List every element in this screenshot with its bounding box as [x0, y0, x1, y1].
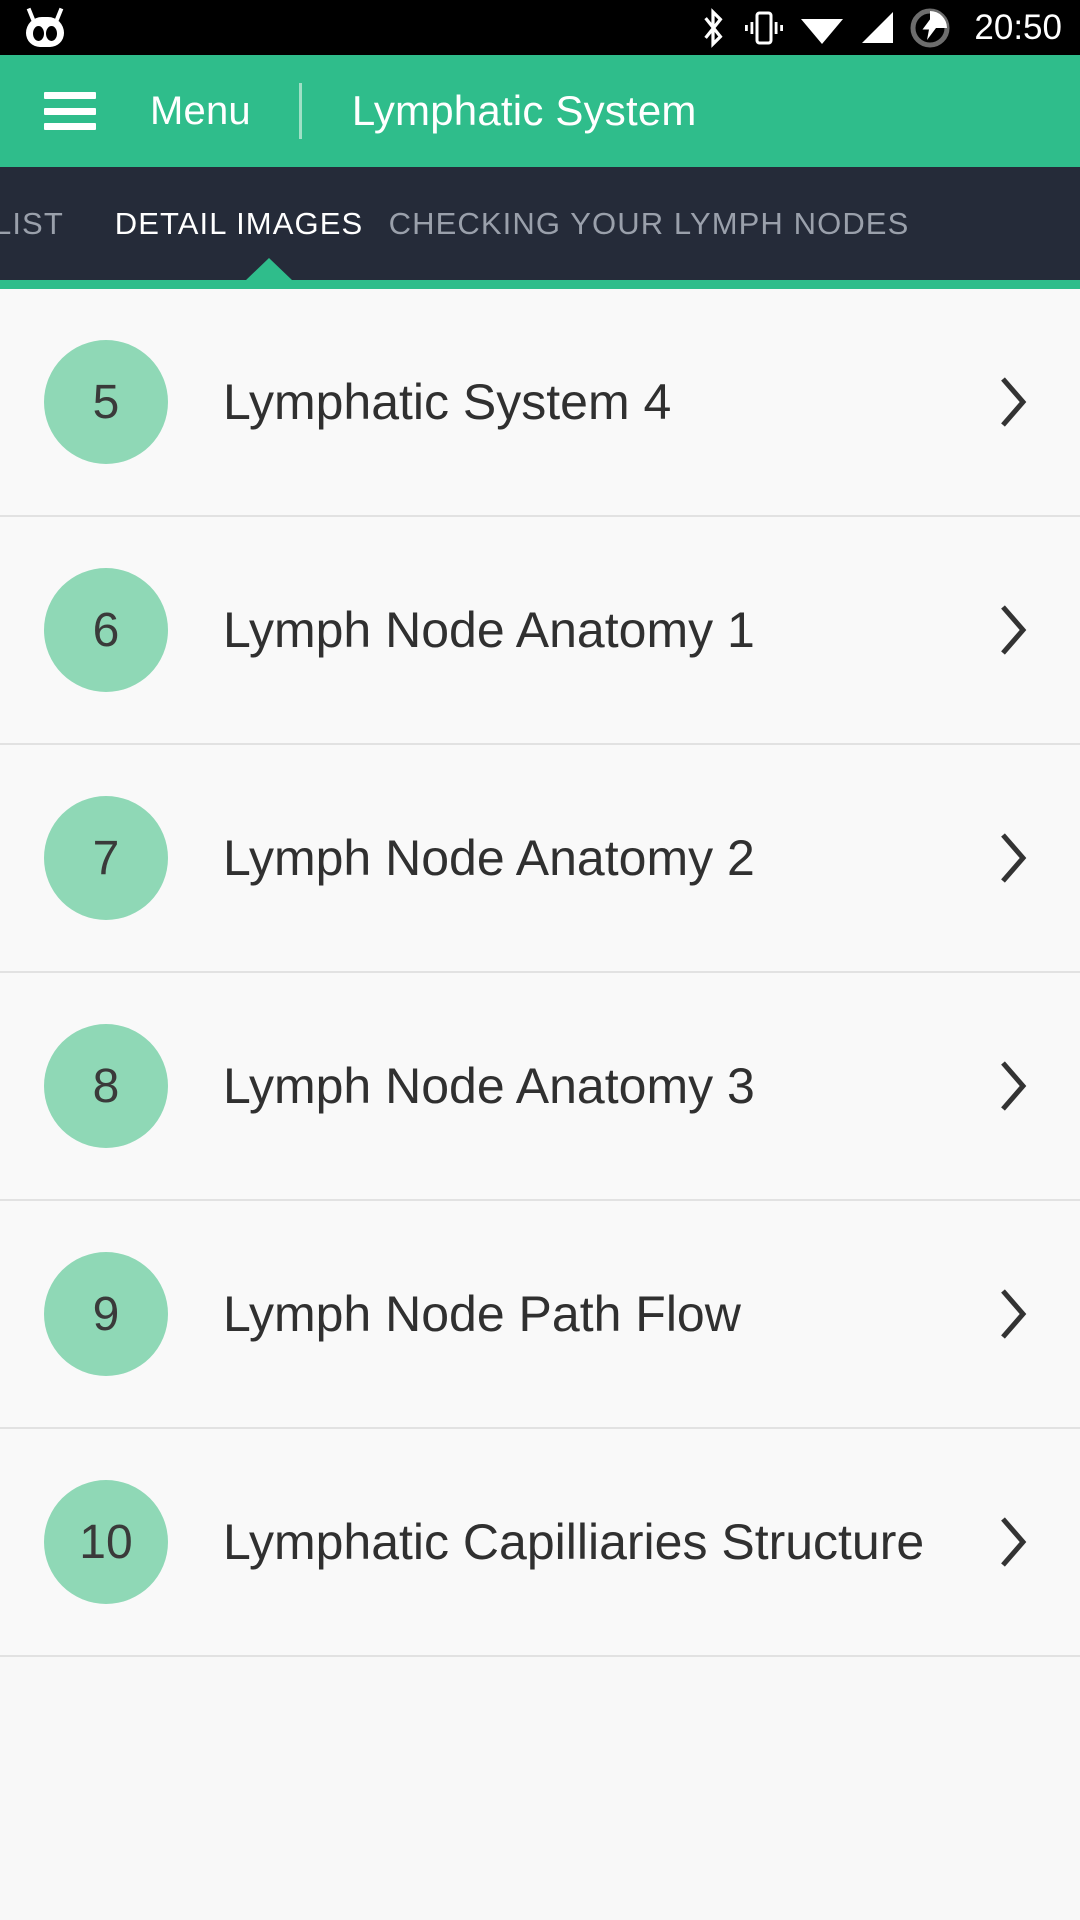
wifi-icon	[800, 11, 844, 45]
bluetooth-icon	[698, 7, 728, 49]
list-item-label: Lymphatic Capilliaries Structure	[223, 1514, 925, 1570]
list-item-label: Lymph Node Anatomy 2	[223, 830, 755, 886]
list-item[interactable]: 6 Lymph Node Anatomy 1	[0, 517, 1080, 745]
app-bar-divider	[298, 83, 302, 139]
tab-detail-images[interactable]: DETAIL IMAGES	[94, 167, 384, 280]
list-item-number: 8	[44, 1024, 168, 1148]
chevron-right-icon[interactable]	[996, 374, 1030, 430]
status-bar: 20:50	[0, 0, 1080, 55]
chevron-right-icon[interactable]	[996, 602, 1030, 658]
chevron-right-icon[interactable]	[996, 830, 1030, 886]
detail-images-list: 5 Lymphatic System 4 6 Lymph Node Anatom…	[0, 289, 1080, 1657]
app-bar: Menu Lymphatic System	[0, 55, 1080, 167]
vibrate-icon	[743, 10, 785, 46]
chevron-right-icon[interactable]	[996, 1514, 1030, 1570]
list-item[interactable]: 9 Lymph Node Path Flow	[0, 1201, 1080, 1429]
list-item-number: 5	[44, 340, 168, 464]
list-item-label: Lymph Node Path Flow	[223, 1286, 741, 1342]
list-item-label: Lymphatic System 4	[223, 374, 672, 430]
chevron-right-icon[interactable]	[996, 1058, 1030, 1114]
page-title: Lymphatic System	[351, 87, 697, 134]
tab-bar: LIST DETAIL IMAGES CHECKING YOUR LYMPH N…	[0, 167, 1080, 280]
list-item-number: 9	[44, 1252, 168, 1376]
tab-list[interactable]: LIST	[0, 167, 94, 280]
battery-charging-icon	[910, 8, 950, 48]
cyanogenmod-logo-icon	[22, 7, 68, 47]
tab-indicator-arrow	[245, 258, 293, 281]
status-clock: 20:50	[974, 8, 1062, 47]
list-item[interactable]: 7 Lymph Node Anatomy 2	[0, 745, 1080, 973]
list-item-label: Lymph Node Anatomy 1	[223, 602, 755, 658]
list-item-number: 7	[44, 796, 168, 920]
list-item[interactable]: 8 Lymph Node Anatomy 3	[0, 973, 1080, 1201]
chevron-right-icon[interactable]	[996, 1286, 1030, 1342]
menu-label[interactable]: Menu	[150, 89, 251, 134]
status-icons-group: 20:50	[698, 0, 1062, 55]
list-item-number: 10	[44, 1480, 168, 1604]
tab-indicator-bar	[0, 258, 1080, 289]
tab-checking-your-lymph-nodes[interactable]: CHECKING YOUR LYMPH NODES	[384, 167, 914, 280]
list-item[interactable]: 5 Lymphatic System 4	[0, 289, 1080, 517]
list-item-label: Lymph Node Anatomy 3	[223, 1058, 755, 1114]
cellular-signal-icon	[859, 11, 895, 45]
list-item[interactable]: 10 Lymphatic Capilliaries Structure	[0, 1429, 1080, 1657]
list-item-number: 6	[44, 568, 168, 692]
hamburger-menu-icon[interactable]	[44, 92, 96, 130]
